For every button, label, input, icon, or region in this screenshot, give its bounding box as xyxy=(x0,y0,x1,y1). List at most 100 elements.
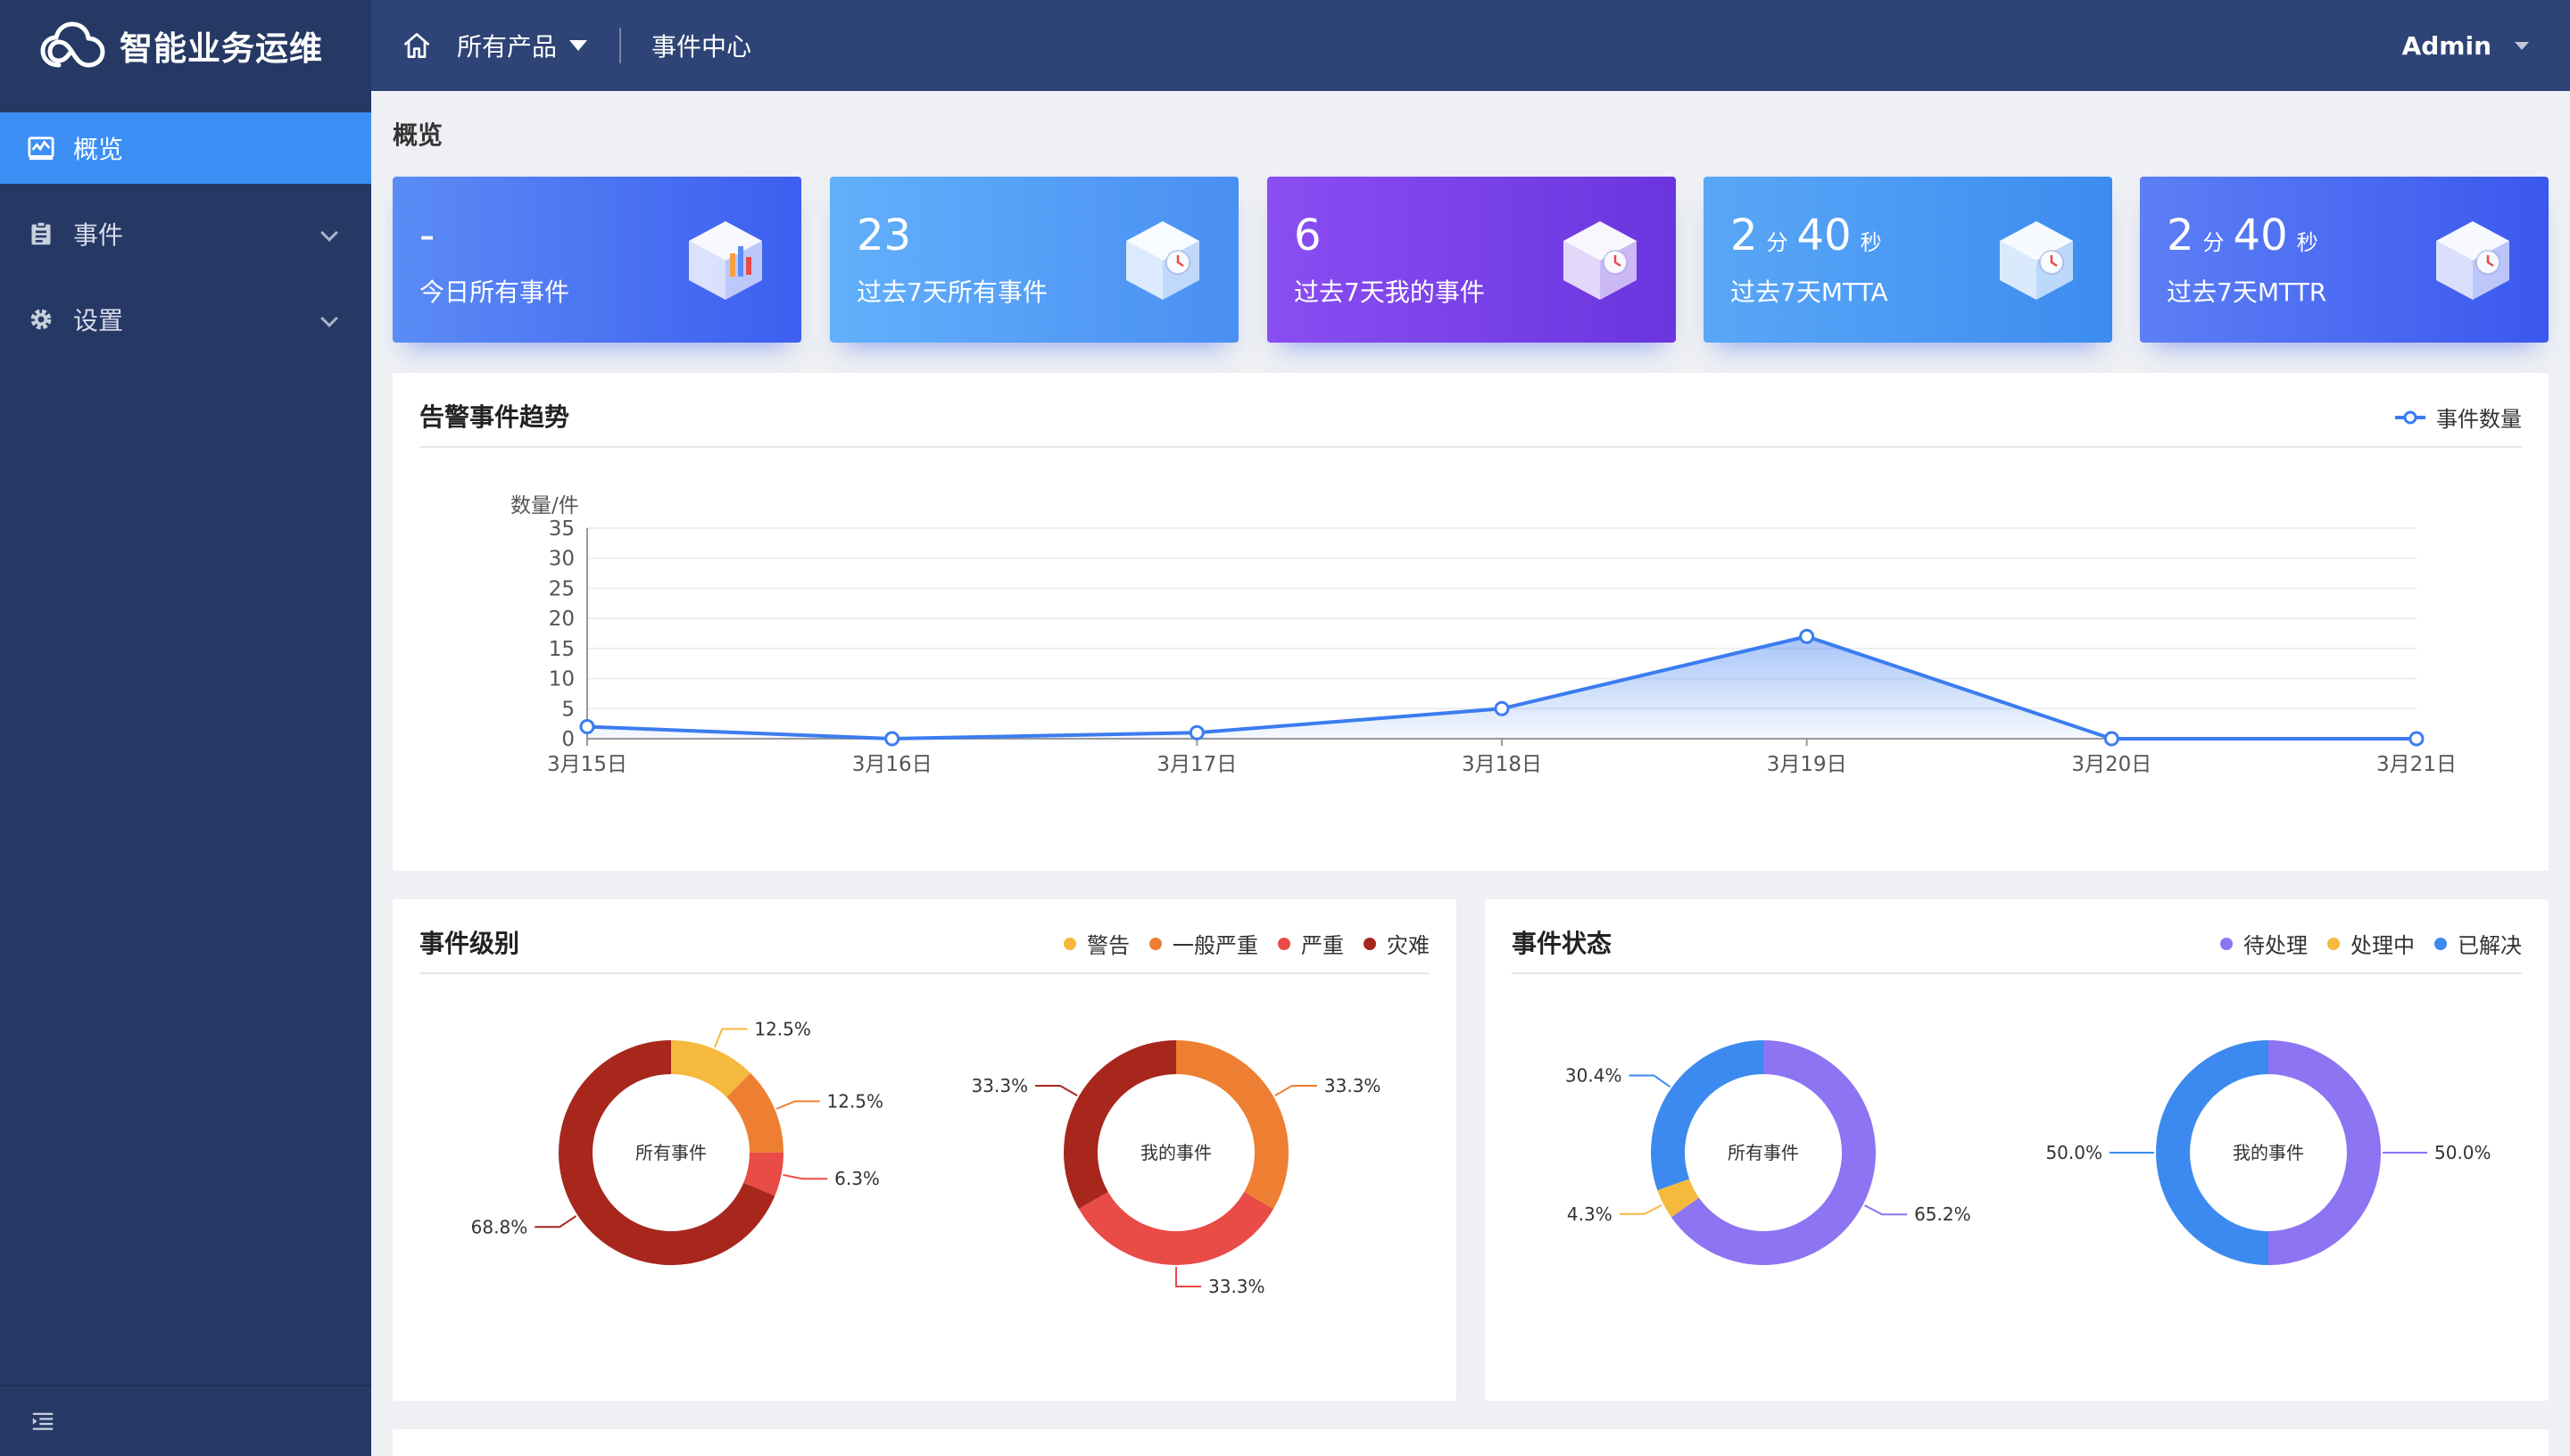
stat-seconds: 40 xyxy=(2233,211,2288,261)
stat-label: 过去7天MTTA xyxy=(1730,277,1888,307)
cube-clock-icon xyxy=(1563,221,1637,300)
chevron-down-icon xyxy=(320,310,338,327)
donut-label-line xyxy=(535,1215,577,1228)
products-dropdown[interactable]: 所有产品 xyxy=(457,28,588,63)
cube-bar-icon xyxy=(689,221,762,300)
stat-value: 2 分 40 秒 xyxy=(2167,211,2327,268)
donut-label-line xyxy=(1175,1267,1201,1287)
stat-value: - xyxy=(419,211,435,261)
sidebar-item-overview[interactable]: 概览 xyxy=(0,112,371,184)
donut-center-label: 我的事件 xyxy=(2233,1142,2304,1163)
sidebar-item-settings[interactable]: 设置 xyxy=(0,284,371,355)
y-tick-label: 0 xyxy=(561,728,575,751)
stat-card-mttr[interactable]: 2 分 40 秒 过去7天MTTR xyxy=(2140,177,2549,343)
document-icon xyxy=(27,219,55,248)
donut-slice[interactable] xyxy=(1064,1040,1176,1209)
donut-label-line xyxy=(775,1100,820,1110)
y-axis-title: 数量/件 xyxy=(510,494,579,517)
donut-label-line xyxy=(1274,1085,1317,1096)
donut-slice[interactable] xyxy=(1651,1040,1763,1191)
products-label: 所有产品 xyxy=(457,32,558,62)
minutes-unit: 分 xyxy=(2202,230,2225,255)
top-nav: 所有产品 事件中心 xyxy=(371,0,751,91)
chart-icon xyxy=(27,134,55,162)
minutes-unit: 分 xyxy=(1766,230,1788,255)
donut-label-line xyxy=(1629,1074,1671,1088)
nav-events-center[interactable]: 事件中心 xyxy=(651,28,751,63)
trend-area xyxy=(587,636,2417,739)
trend-point[interactable] xyxy=(1189,724,1205,740)
seconds-unit: 秒 xyxy=(2296,230,2318,255)
y-tick-label: 30 xyxy=(549,548,575,571)
sidebar: 概览 事件 设置 xyxy=(0,91,371,1456)
y-tick-label: 35 xyxy=(549,517,575,541)
y-tick-label: 5 xyxy=(561,698,575,721)
status-panel: 事件状态 待处理 处理中 已解决 65.2% 4.3% 30.4% 所有事件 50.0% 50… xyxy=(1485,899,2549,1401)
donut-center-label: 所有事件 xyxy=(635,1142,707,1163)
x-tick-label: 3月16日 xyxy=(852,753,933,776)
page-title: 概览 xyxy=(393,120,444,150)
stat-label: 过去7天我的事件 xyxy=(1294,277,1485,307)
donut-slice[interactable] xyxy=(1078,1192,1274,1265)
x-tick-label: 3月19日 xyxy=(1767,753,1847,776)
trend-point[interactable] xyxy=(1494,700,1510,716)
donut-slice-label: 50.0% xyxy=(2045,1142,2102,1163)
donut-slice-label: 68.8% xyxy=(471,1216,528,1237)
stat-card-7day-all-events[interactable]: 23 过去7天所有事件 xyxy=(830,177,1239,343)
stat-card-7day-my-events[interactable]: 6 过去7天我的事件 xyxy=(1267,177,1676,343)
x-tick-label: 3月18日 xyxy=(1462,753,1542,776)
trend-point[interactable] xyxy=(2103,731,2119,747)
y-tick-label: 15 xyxy=(549,638,575,661)
stat-label: 过去7天MTTR xyxy=(2167,277,2327,307)
stat-card-mtta[interactable]: 2 分 40 秒 过去7天MTTA xyxy=(1704,177,2112,343)
cloud-logo-icon xyxy=(40,21,105,68)
trend-point[interactable] xyxy=(1799,628,1815,644)
x-tick-label: 3月21日 xyxy=(2376,753,2457,776)
stat-value: 6 xyxy=(1294,211,1322,261)
stat-value: 2 分 40 秒 xyxy=(1730,211,1891,268)
donut-label-line xyxy=(1864,1204,1908,1216)
donut-slice-label: 30.4% xyxy=(1565,1064,1622,1086)
y-tick-label: 20 xyxy=(549,608,575,631)
donut-label-line xyxy=(1035,1085,1078,1096)
cube-clock-icon xyxy=(2436,221,2509,300)
home-icon[interactable] xyxy=(398,27,435,64)
brand[interactable]: 智能业务运维 xyxy=(0,0,371,91)
donut-slice-label: 33.3% xyxy=(1208,1276,1265,1297)
stat-seconds: 40 xyxy=(1796,211,1852,261)
user-name: Admin xyxy=(2401,30,2491,61)
app-title: 智能业务运维 xyxy=(120,29,323,68)
stat-card-today-events[interactable]: - 今日所有事件 xyxy=(393,177,801,343)
level-donut-charts: 12.5% 12.5% 6.3% 68.8% 所有事件 33.3% 33.3% 33.3% 我的… xyxy=(471,1018,1381,1297)
trend-point[interactable] xyxy=(579,719,595,735)
stat-label: 今日所有事件 xyxy=(419,277,570,307)
donut-slice-label: 4.3% xyxy=(1567,1204,1612,1225)
stat-minutes: 2 xyxy=(1730,211,1758,261)
top-header: 智能业务运维 所有产品 事件中心 Admin xyxy=(0,0,2570,91)
donut-slice-label: 33.3% xyxy=(1324,1075,1381,1096)
donut-label-line xyxy=(714,1028,748,1048)
chevron-down-icon xyxy=(2515,41,2529,50)
x-tick-label: 3月15日 xyxy=(547,753,627,776)
sidebar-item-label: 概览 xyxy=(73,135,124,164)
trend-panel: 告警事件趋势 事件数量 数量/件 0 5 10 15 20 25 30 35 3月15日 3月16日… xyxy=(393,373,2549,871)
donut-label-line xyxy=(1619,1204,1662,1215)
collapse-sidebar-button[interactable] xyxy=(0,1385,371,1456)
seconds-unit: 秒 xyxy=(1860,230,1882,255)
stat-label: 过去7天所有事件 xyxy=(857,277,1048,307)
donut-slice[interactable] xyxy=(1176,1040,1289,1209)
donut-slice-label: 50.0% xyxy=(2434,1142,2491,1163)
x-tick-label: 3月20日 xyxy=(2071,753,2151,776)
trend-point[interactable] xyxy=(884,731,900,747)
trend-point[interactable] xyxy=(2408,731,2425,747)
donut-slice-label: 33.3% xyxy=(972,1075,1029,1096)
stat-value: 23 xyxy=(857,211,912,261)
status-donut-charts: 65.2% 4.3% 30.4% 所有事件 50.0% 50.0% 我的事件 xyxy=(1565,1040,2491,1265)
y-tick-label: 25 xyxy=(549,577,575,600)
sidebar-item-events[interactable]: 事件 xyxy=(0,198,371,269)
user-menu[interactable]: Admin xyxy=(2402,0,2529,91)
sidebar-item-label: 设置 xyxy=(73,306,124,335)
donut-slice-label: 12.5% xyxy=(754,1018,811,1039)
cube-clock-icon xyxy=(2000,221,2073,300)
trend-chart: 数量/件 0 5 10 15 20 25 30 35 3月15日 3月16日 3月17日 3月18日 3月… xyxy=(510,494,2457,776)
